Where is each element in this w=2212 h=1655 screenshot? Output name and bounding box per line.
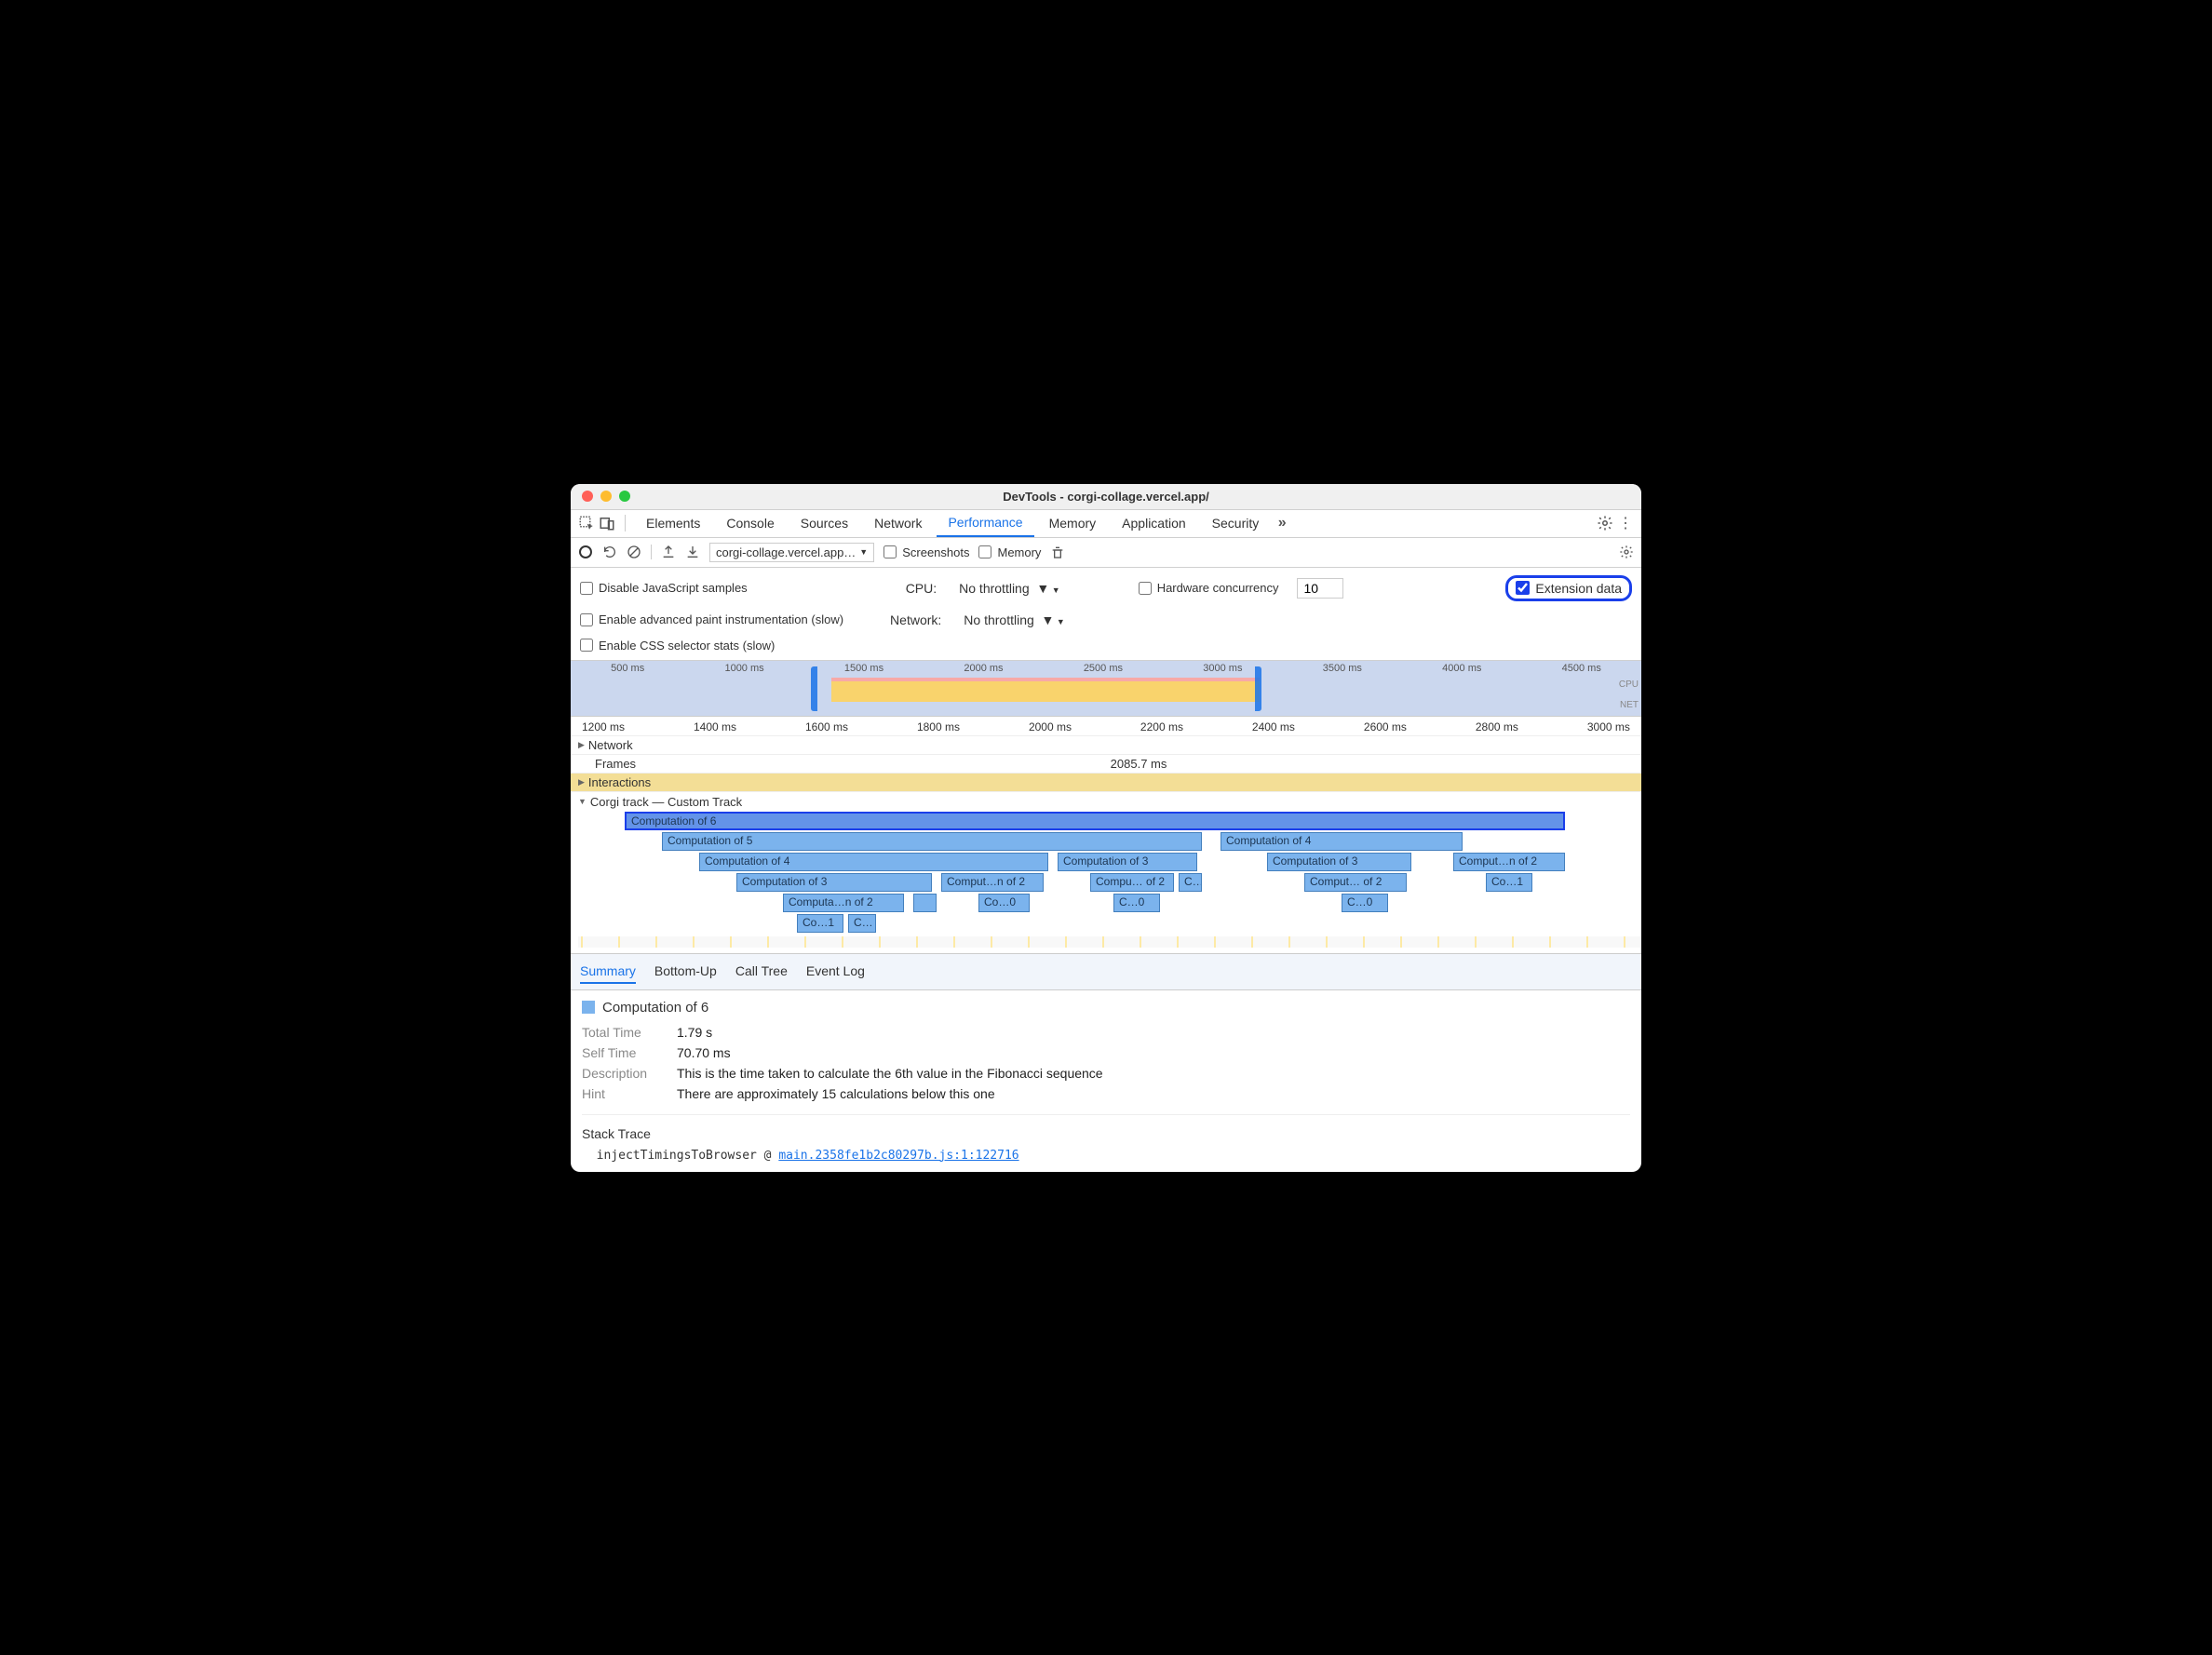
capture-settings: Disable JavaScript samples CPU: No throt…: [571, 568, 1641, 661]
description-value: This is the time taken to calculate the …: [677, 1066, 1103, 1081]
total-time-value: 1.79 s: [677, 1025, 712, 1040]
close-window-icon[interactable]: [582, 491, 593, 502]
detail-tab-calltree[interactable]: Call Tree: [735, 960, 788, 984]
network-label: Network:: [890, 612, 941, 627]
stack-trace-link[interactable]: main.2358fe1b2c80297b.js:1:122716: [778, 1149, 1018, 1163]
clear-icon[interactable]: [627, 545, 641, 559]
flame-bar[interactable]: Computation of 3: [1058, 853, 1197, 871]
timeline-overview[interactable]: 500 ms 1000 ms 1500 ms 2000 ms 2500 ms 3…: [571, 661, 1641, 717]
net-lane-label: NET: [1620, 700, 1639, 710]
hint-value: There are approximately 15 calculations …: [677, 1086, 995, 1101]
cpu-activity-bar: [831, 678, 1260, 702]
upload-icon[interactable]: [661, 545, 676, 559]
reload-icon[interactable]: [602, 545, 617, 559]
extension-data-highlight: Extension data: [1505, 575, 1632, 601]
flame-bar[interactable]: Computation of 4: [699, 853, 1048, 871]
tab-application[interactable]: Application: [1111, 510, 1197, 536]
custom-track: ▼Corgi track — Custom Track Computation …: [571, 792, 1641, 953]
flame-bar[interactable]: C…: [848, 914, 876, 933]
cpu-label: CPU:: [906, 581, 937, 596]
tab-sources[interactable]: Sources: [789, 510, 859, 536]
device-toggle-icon[interactable]: [599, 515, 615, 531]
expand-icon: ▶: [578, 740, 585, 750]
range-handle-right[interactable]: [1255, 666, 1261, 711]
capture-settings-gear-icon[interactable]: [1619, 545, 1634, 559]
interactions-track[interactable]: ▶Interactions: [571, 774, 1641, 792]
flame-bar[interactable]: Computation of 4: [1221, 832, 1463, 851]
range-handle-left[interactable]: [811, 666, 817, 711]
summary-panel: Computation of 6 Total Time1.79 s Self T…: [571, 990, 1641, 1172]
inspect-icon[interactable]: [578, 515, 595, 531]
page-select[interactable]: corgi-collage.vercel.app…▼: [709, 543, 874, 562]
flame-bar[interactable]: Co…1: [797, 914, 843, 933]
flame-bar[interactable]: Computa…n of 2: [783, 894, 904, 912]
flame-bar[interactable]: Computation of 6: [625, 812, 1565, 830]
timeline-ruler: 1200 ms 1400 ms 1600 ms 1800 ms 2000 ms …: [571, 717, 1641, 736]
minimize-window-icon[interactable]: [600, 491, 612, 502]
more-tabs-icon[interactable]: »: [1274, 515, 1290, 531]
tab-network[interactable]: Network: [863, 510, 933, 536]
cpu-lane-label: CPU: [1619, 679, 1639, 690]
devtools-tabbar: Elements Console Sources Network Perform…: [571, 510, 1641, 538]
flame-bar[interactable]: Comput…n of 2: [941, 873, 1044, 892]
expand-icon: ▶: [578, 777, 585, 787]
memory-checkbox[interactable]: Memory: [978, 545, 1041, 559]
detail-tabs: Summary Bottom-Up Call Tree Event Log: [571, 953, 1641, 990]
flame-bar[interactable]: Co…0: [978, 894, 1030, 912]
tab-performance[interactable]: Performance: [937, 509, 1033, 537]
garbage-collect-icon[interactable]: [1050, 545, 1065, 559]
custom-track-header[interactable]: ▼Corgi track — Custom Track: [578, 792, 1641, 812]
summary-title: Computation of 6: [602, 1000, 708, 1016]
frames-track[interactable]: Frames 2085.7 ms: [571, 755, 1641, 774]
flame-bar[interactable]: Computation of 3: [736, 873, 932, 892]
minor-activity-strip: [578, 936, 1641, 948]
network-track[interactable]: ▶Network: [571, 736, 1641, 755]
disable-js-checkbox[interactable]: Disable JavaScript samples: [580, 581, 748, 595]
collapse-icon: ▼: [578, 797, 587, 806]
flame-bar[interactable]: Compu… of 2: [1090, 873, 1174, 892]
window-title: DevTools - corgi-collage.vercel.app/: [1003, 490, 1209, 504]
download-icon[interactable]: [685, 545, 700, 559]
tab-elements[interactable]: Elements: [635, 510, 711, 536]
flame-bar[interactable]: Comput…n of 2: [1453, 853, 1565, 871]
network-throttle-select[interactable]: No throttling ▼: [960, 611, 1069, 629]
stack-trace-header: Stack Trace: [582, 1114, 1630, 1141]
self-time-value: 70.70 ms: [677, 1045, 731, 1060]
flame-bar[interactable]: Comput… of 2: [1304, 873, 1407, 892]
extension-data-checkbox[interactable]: [1516, 581, 1530, 595]
maximize-window-icon[interactable]: [619, 491, 630, 502]
flame-bar[interactable]: C…0: [1342, 894, 1388, 912]
kebab-menu-icon[interactable]: ⋮: [1617, 515, 1634, 531]
flame-bar[interactable]: Computation of 3: [1267, 853, 1411, 871]
detail-tab-bottomup[interactable]: Bottom-Up: [654, 960, 717, 984]
color-swatch-icon: [582, 1001, 595, 1014]
paint-instrumentation-checkbox[interactable]: Enable advanced paint instrumentation (s…: [580, 612, 843, 626]
flame-bar[interactable]: Co…1: [1486, 873, 1532, 892]
css-stats-checkbox[interactable]: Enable CSS selector stats (slow): [580, 639, 775, 653]
tab-console[interactable]: Console: [715, 510, 785, 536]
screenshots-checkbox[interactable]: Screenshots: [883, 545, 969, 559]
waterfall: ▶Network Frames 2085.7 ms ▶Interactions …: [571, 736, 1641, 953]
tab-security[interactable]: Security: [1201, 510, 1271, 536]
tab-memory[interactable]: Memory: [1038, 510, 1108, 536]
cpu-throttle-select[interactable]: No throttling ▼: [955, 579, 1064, 598]
performance-toolbar: corgi-collage.vercel.app…▼ Screenshots M…: [571, 538, 1641, 568]
flame-bar[interactable]: C…: [1179, 873, 1202, 892]
flame-bar[interactable]: C…0: [1113, 894, 1160, 912]
hardware-concurrency-checkbox[interactable]: Hardware concurrency: [1139, 581, 1279, 595]
settings-gear-icon[interactable]: [1597, 515, 1613, 531]
window-titlebar: DevTools - corgi-collage.vercel.app/: [571, 484, 1641, 510]
hardware-concurrency-input[interactable]: [1297, 578, 1343, 599]
detail-tab-summary[interactable]: Summary: [580, 960, 636, 984]
record-icon[interactable]: [578, 545, 593, 559]
detail-tab-eventlog[interactable]: Event Log: [806, 960, 865, 984]
flame-bar[interactable]: [913, 894, 937, 912]
flame-bar[interactable]: Computation of 5: [662, 832, 1202, 851]
stack-trace: injectTimingsToBrowser @ main.2358fe1b2c…: [582, 1149, 1630, 1163]
